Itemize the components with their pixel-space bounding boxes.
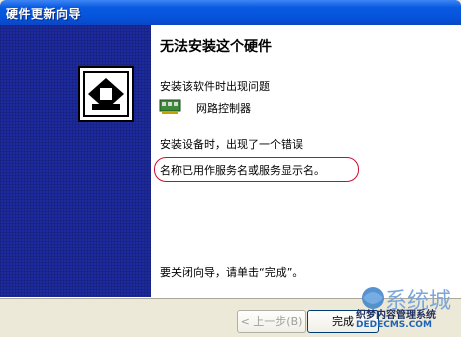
- hardware-icon: [78, 66, 134, 122]
- finish-hint: 要关闭向导，请单击“完成”。: [160, 266, 304, 279]
- window-title: 硬件更新向导: [6, 7, 82, 21]
- title-bar[interactable]: 硬件更新向导: [0, 0, 461, 25]
- page-title: 无法安装这个硬件: [160, 39, 272, 55]
- watermark-line1: 织梦内容管理系统: [356, 310, 436, 321]
- watermark-line2: DEDECMS.COM: [356, 320, 432, 330]
- network-card-icon: [159, 99, 181, 114]
- device-label: 网路控制器: [196, 102, 251, 115]
- wizard-content: 无法安装这个硬件 安装该软件时出现问题 网路控制器 安装设备时，出现了一个错误 …: [151, 25, 461, 297]
- wizard-side-banner: [0, 25, 151, 297]
- error-message: 名称已用作服务名或服务显示名。: [160, 164, 325, 177]
- wizard-window: 硬件更新向导 无法安装这个硬件 安装该软件时出现问题 网路控制器 安装设备时，出…: [0, 0, 461, 337]
- error-intro-text: 安装设备时，出现了一个错误: [160, 138, 303, 151]
- problem-text: 安装该软件时出现问题: [160, 80, 270, 93]
- back-button[interactable]: < 上一步(B): [237, 310, 306, 333]
